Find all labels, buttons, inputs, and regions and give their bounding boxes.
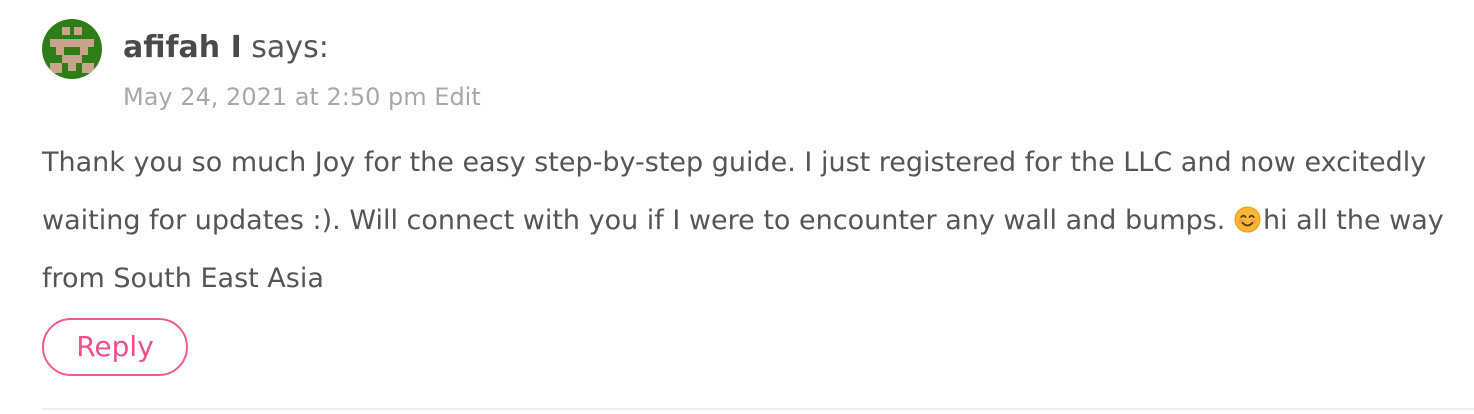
comment-divider — [42, 408, 1474, 410]
comment-body-text: Thank you so much Joy for the easy step-… — [42, 147, 1427, 236]
comment-author-line: afifah I says: — [123, 26, 329, 70]
comment: afifah I says: May 24, 2021 at 2:50 pm E… — [0, 0, 1474, 414]
reply-button[interactable]: Reply — [42, 318, 188, 376]
comment-author-name[interactable]: afifah I — [123, 30, 242, 65]
smiling-face-emoji-icon — [1234, 206, 1261, 233]
comment-body: Thank you so much Joy for the easy step-… — [42, 134, 1457, 308]
comment-date-link[interactable]: May 24, 2021 at 2:50 pm — [123, 83, 427, 111]
edit-link[interactable]: Edit — [434, 83, 480, 111]
avatar[interactable] — [42, 19, 102, 79]
comment-meta: May 24, 2021 at 2:50 pm Edit — [123, 80, 481, 114]
says-label: says: — [251, 30, 329, 65]
